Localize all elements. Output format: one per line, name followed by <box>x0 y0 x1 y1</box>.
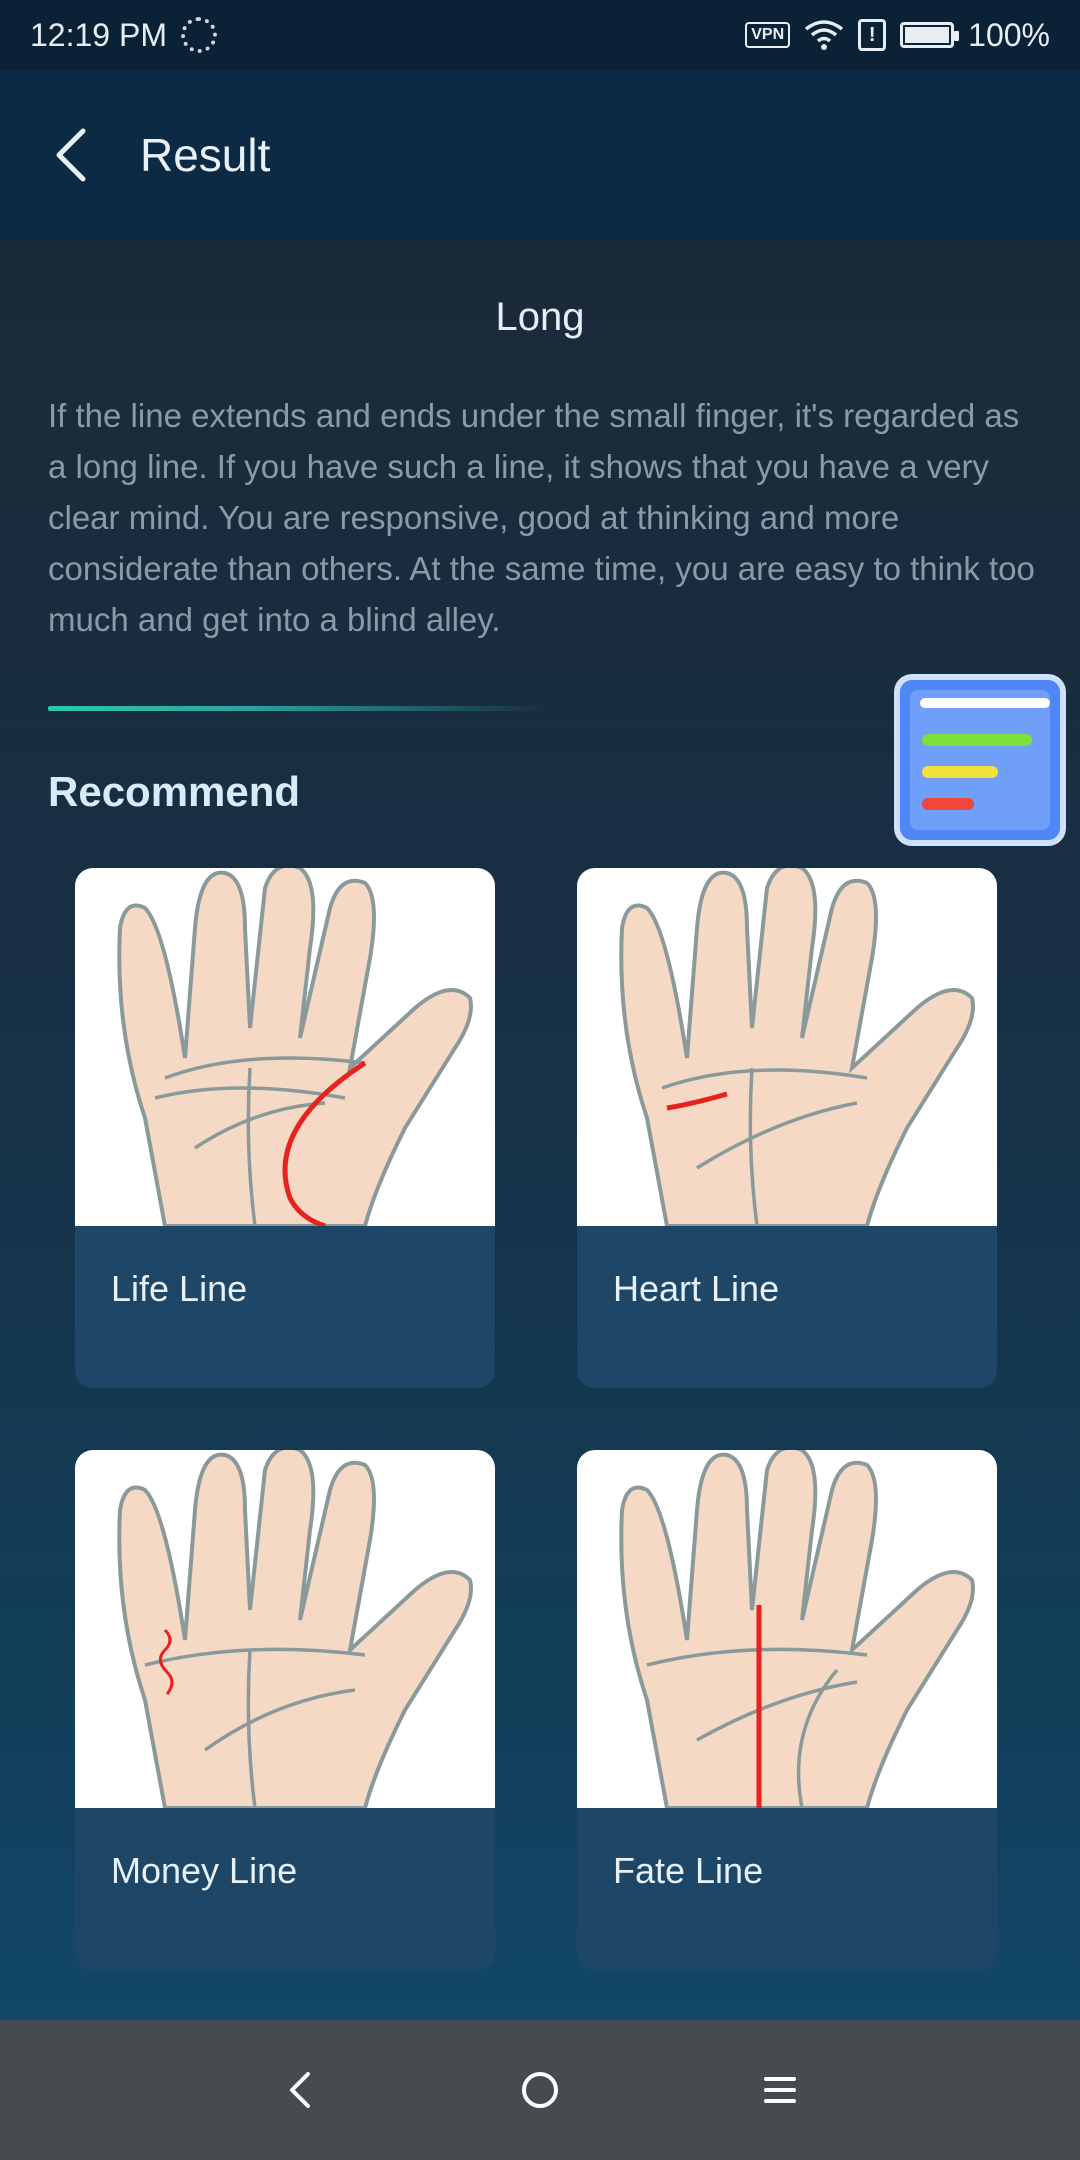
palm-heart-line-image <box>577 868 997 1228</box>
card-heart-line[interactable]: Heart Line <box>577 868 997 1388</box>
palm-life-line-image <box>75 868 495 1229</box>
divider <box>48 706 548 711</box>
status-time: 12:19 PM <box>30 16 167 53</box>
content-area: Long If the line extends and ends under … <box>0 240 1080 2020</box>
recommend-heading: Recommend <box>48 768 301 815</box>
report-icon <box>910 690 1050 830</box>
chevron-left-icon <box>56 128 86 182</box>
wifi-icon <box>805 20 844 50</box>
alert-icon: ! <box>858 19 887 51</box>
back-button[interactable] <box>40 125 100 185</box>
card-label: Money Line <box>111 1850 298 1891</box>
result-description: If the line extends and ends under the s… <box>48 397 1035 638</box>
card-label: Heart Line <box>613 1268 780 1309</box>
home-icon <box>522 2072 558 2108</box>
sync-icon <box>180 17 217 53</box>
menu-icon <box>764 2077 796 2103</box>
palm-fate-line-image <box>577 1450 997 1810</box>
nav-menu-button[interactable] <box>740 2050 820 2130</box>
battery-percent: 100% <box>968 16 1050 53</box>
battery-icon <box>900 22 960 48</box>
card-label: Life Line <box>111 1268 248 1309</box>
status-bar: 12:19 PM VPN ! 100% <box>0 0 1080 70</box>
floating-widget-button[interactable] <box>894 674 1066 846</box>
card-money-line[interactable]: Money Line <box>75 1450 495 1970</box>
vpn-icon: VPN <box>745 22 791 48</box>
back-icon <box>290 2072 310 2108</box>
card-label: Fate Line <box>613 1850 764 1891</box>
palm-money-line-image <box>75 1450 495 1810</box>
nav-home-button[interactable] <box>500 2050 580 2130</box>
app-bar: Result <box>0 70 1080 240</box>
result-title: Long <box>495 295 585 339</box>
card-fate-line[interactable]: Fate Line <box>577 1450 997 1970</box>
card-life-line[interactable]: Life Line <box>75 868 495 1388</box>
system-nav-bar <box>0 2020 1080 2160</box>
page-title: Result <box>140 129 271 181</box>
nav-back-button[interactable] <box>260 2050 340 2130</box>
